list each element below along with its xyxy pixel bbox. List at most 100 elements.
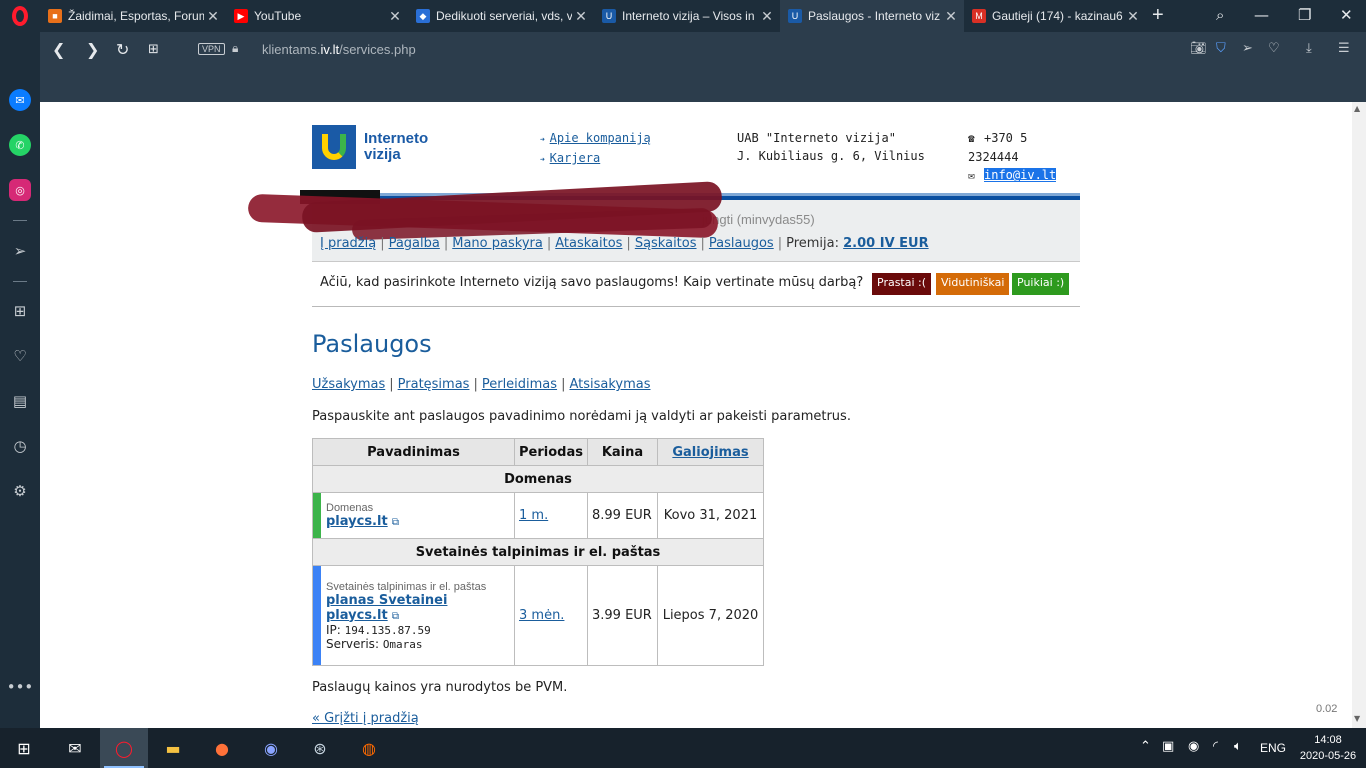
speed-dial-icon[interactable]: ⊞ bbox=[9, 300, 31, 322]
speed-dial-icon[interactable]: ⊞ bbox=[148, 42, 159, 57]
period-link[interactable]: 3 mėn. bbox=[519, 608, 564, 623]
gear-icon[interactable]: ⚙ bbox=[9, 480, 31, 502]
discord-app-icon[interactable]: ◉ bbox=[247, 728, 295, 768]
table-row: Domenas playcs.lt ⧉ 1 m. 8.99 EUR Kovo 3… bbox=[312, 492, 764, 539]
group-hosting: Svetainės talpinimas ir el. paštas bbox=[312, 538, 764, 566]
tab-gmail[interactable]: M Gautieji (174) - kazinau6 ✕ bbox=[964, 0, 1146, 32]
menu-help[interactable]: Pagalba bbox=[389, 236, 440, 251]
tab-esports[interactable]: ■ Žaidimai, Esportas, Forum ✕ bbox=[40, 0, 226, 32]
menu-account[interactable]: Mano paskyra bbox=[452, 236, 543, 251]
game-site-icon: ■ bbox=[48, 9, 62, 23]
mail-app-icon[interactable]: ✉ bbox=[51, 728, 99, 768]
table-row: Svetainės talpinimas ir el. paštas plana… bbox=[312, 565, 764, 666]
menu-services[interactable]: Paslaugos bbox=[709, 236, 774, 251]
opera-sidebar: ✉ ✆ ◎ ➢ ⊞ ♡ ▤ ◷ ⚙ ••• bbox=[0, 32, 40, 728]
restore-button[interactable]: ❐ bbox=[1298, 6, 1311, 24]
heart-icon[interactable]: ♡ bbox=[9, 345, 31, 367]
origin-icon[interactable]: ◍ bbox=[345, 728, 393, 768]
transfer-link[interactable]: Perleidimas bbox=[482, 377, 557, 392]
service-name-cell: Domenas playcs.lt ⧉ bbox=[312, 492, 515, 539]
about-link[interactable]: Apie kompaniją bbox=[550, 131, 651, 145]
minimize-button[interactable]: — bbox=[1254, 6, 1269, 24]
scroll-down-icon[interactable]: ▼ bbox=[1354, 714, 1360, 723]
tray-discord-icon[interactable]: ◉ bbox=[1188, 739, 1199, 754]
order-link[interactable]: Užsakymas bbox=[312, 377, 385, 392]
period-link[interactable]: 1 m. bbox=[519, 508, 548, 523]
back-home-link[interactable]: « Grįžti į pradžią bbox=[312, 711, 419, 726]
cancel-link[interactable]: Atsisakymas bbox=[569, 377, 650, 392]
opera-menu-button[interactable] bbox=[0, 0, 40, 32]
service-plan-link[interactable]: planas Svetainei bbox=[326, 593, 447, 608]
email-link[interactable]: info@iv.lt bbox=[984, 168, 1057, 182]
menu-invoices[interactable]: Sąskaitos bbox=[635, 236, 697, 251]
forward-icon[interactable]: ❯ bbox=[86, 40, 99, 59]
menu-home[interactable]: Į pradžią bbox=[320, 236, 376, 251]
premium-value-link[interactable]: 2.00 IV EUR bbox=[843, 236, 928, 251]
send-icon[interactable]: ➢ bbox=[9, 240, 31, 262]
vpn-badge[interactable]: VPN bbox=[198, 43, 225, 55]
services-hint: Paspauskite ant paslaugos pavadinimo nor… bbox=[312, 409, 851, 424]
easy-setup-icon[interactable]: ☰ bbox=[1338, 41, 1350, 56]
instagram-icon[interactable]: ◎ bbox=[9, 179, 31, 201]
send-icon[interactable]: ➢ bbox=[1242, 41, 1253, 56]
windows-start-icon[interactable]: ⊞ bbox=[0, 728, 48, 768]
premium-label: Premija: bbox=[786, 236, 839, 251]
history-icon[interactable]: ◷ bbox=[9, 435, 31, 457]
close-tab-icon[interactable]: ✕ bbox=[386, 8, 404, 25]
wifi-icon[interactable]: ◜ bbox=[1213, 739, 1218, 754]
back-icon[interactable]: ❮ bbox=[52, 40, 65, 59]
rating-bad-button[interactable]: Prastai :( bbox=[872, 273, 932, 295]
renew-link[interactable]: Pratęsimas bbox=[398, 377, 470, 392]
more-icon[interactable]: ••• bbox=[7, 676, 34, 698]
close-tab-icon[interactable]: ✕ bbox=[1124, 8, 1142, 25]
opera-taskbar-icon[interactable]: ◯ bbox=[100, 728, 148, 768]
volume-icon[interactable]: 🔈︎ bbox=[1234, 739, 1242, 754]
tab-paslaugos[interactable]: U Paslaugos - Interneto viz ✕ bbox=[780, 0, 964, 32]
firefox-icon[interactable]: ● bbox=[198, 728, 246, 768]
col-price-header: Kaina bbox=[587, 438, 658, 466]
lock-icon[interactable]: 🔒︎ bbox=[232, 41, 238, 56]
tray-network-adapter-icon[interactable]: ▣ bbox=[1162, 739, 1174, 754]
iv-icon: U bbox=[602, 9, 616, 23]
download-icon[interactable]: ⤓ bbox=[1306, 41, 1312, 56]
menu-reports[interactable]: Ataskaitos bbox=[555, 236, 622, 251]
external-link-icon[interactable]: ⧉ bbox=[392, 517, 399, 528]
service-link-hosting[interactable]: playcs.lt bbox=[326, 608, 388, 623]
page-scrollbar[interactable]: ▲ ▼ bbox=[1352, 102, 1366, 728]
camera-icon[interactable]: 📷︎ bbox=[1190, 41, 1207, 56]
file-explorer-icon[interactable]: ▬ bbox=[149, 728, 197, 768]
taskbar-clock[interactable]: 14:08 2020-05-26 bbox=[1298, 732, 1358, 764]
tray-expand-icon[interactable]: ⌃ bbox=[1140, 739, 1151, 754]
tab-iv-home[interactable]: U Interneto vizija – Visos in ✕ bbox=[594, 0, 780, 32]
scroll-up-icon[interactable]: ▲ bbox=[1354, 104, 1360, 113]
close-tab-icon[interactable]: ✕ bbox=[758, 8, 776, 25]
sort-validity-link[interactable]: Galiojimas bbox=[672, 445, 748, 460]
steam-icon[interactable]: ⊛ bbox=[296, 728, 344, 768]
close-tab-icon[interactable]: ✕ bbox=[572, 8, 590, 25]
reload-icon[interactable]: ↻ bbox=[116, 40, 129, 59]
close-tab-icon[interactable]: ✕ bbox=[942, 8, 960, 25]
close-tab-icon[interactable]: ✕ bbox=[204, 8, 222, 25]
rating-medium-button[interactable]: Vidutiniškai bbox=[936, 273, 1010, 295]
url-field[interactable]: klientams.iv.lt/services.php bbox=[262, 42, 416, 57]
user-panel: jungti (minvydas55) Į pradžią | Pagalba | Ma… bbox=[247, 181, 1080, 262]
rating-good-button[interactable]: Puikiai :) bbox=[1012, 273, 1070, 295]
search-tabs-icon[interactable]: ⌕ bbox=[1216, 6, 1224, 24]
service-link-domain[interactable]: playcs.lt bbox=[326, 514, 388, 529]
close-window-button[interactable]: ✕ bbox=[1340, 6, 1353, 24]
tab-servers[interactable]: ◆ Dedikuoti serveriai, vds, v ✕ bbox=[408, 0, 594, 32]
opera-logo-icon bbox=[12, 6, 28, 26]
whatsapp-icon[interactable]: ✆ bbox=[9, 134, 31, 156]
language-indicator[interactable]: ENG bbox=[1260, 741, 1286, 755]
col-period-header: Periodas bbox=[514, 438, 588, 466]
new-tab-button[interactable]: + bbox=[1152, 4, 1164, 27]
messenger-icon[interactable]: ✉ bbox=[9, 89, 31, 111]
external-link-icon[interactable]: ⧉ bbox=[392, 611, 399, 622]
heart-icon[interactable]: ♡ bbox=[1268, 41, 1280, 56]
news-icon[interactable]: ▤ bbox=[9, 390, 31, 412]
tab-youtube[interactable]: ▶ YouTube ✕ bbox=[226, 0, 408, 32]
iv-logo[interactable]: Interneto vizija bbox=[312, 125, 452, 169]
status-stripe bbox=[313, 493, 321, 538]
career-link[interactable]: Karjera bbox=[550, 151, 601, 165]
adblock-shield-icon[interactable]: ⛉ bbox=[1216, 41, 1226, 56]
